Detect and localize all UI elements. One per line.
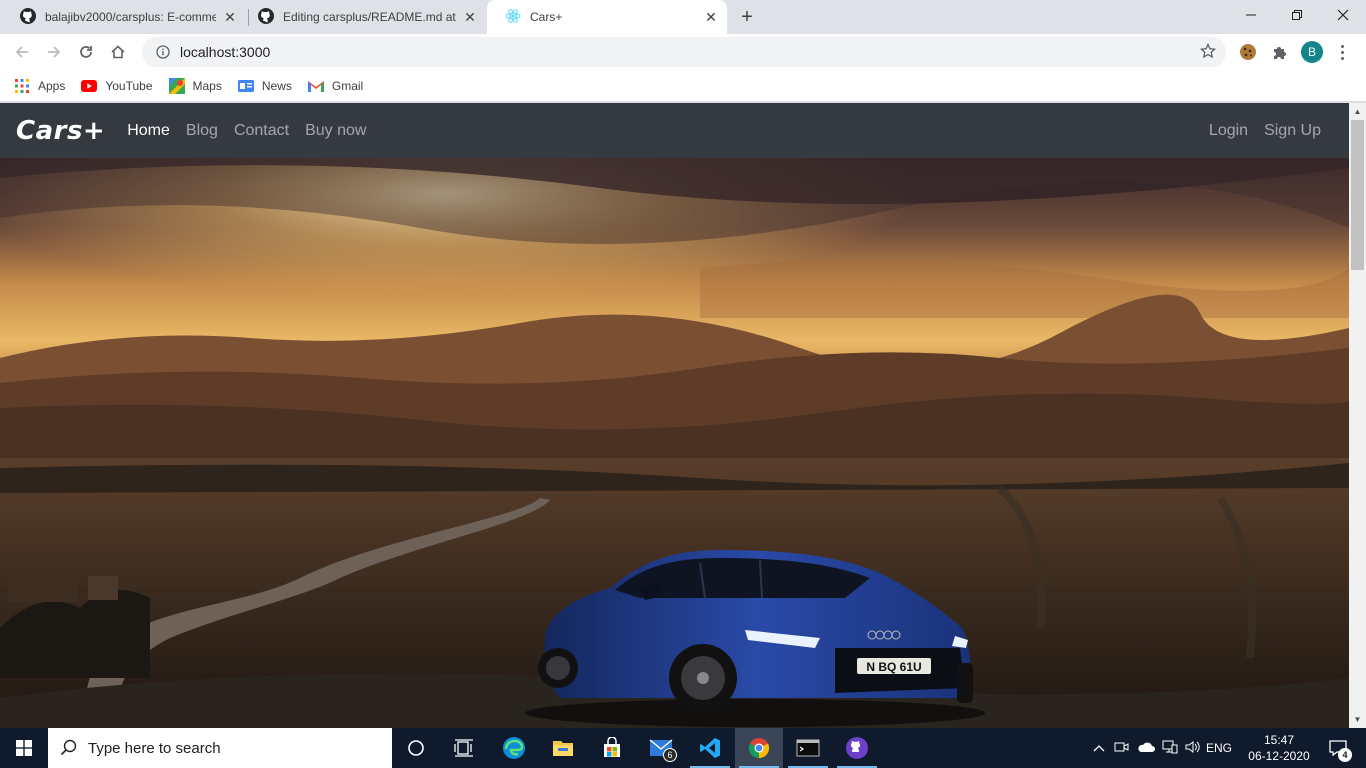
tab-readme-editor[interactable]: Editing carsplus/README.md at m ✕ bbox=[240, 0, 486, 34]
profile-avatar[interactable]: B bbox=[1301, 41, 1323, 63]
nav-contact-link[interactable]: Contact bbox=[234, 122, 289, 140]
nav-blog-link[interactable]: Blog bbox=[186, 122, 218, 140]
bookmark-label: Gmail bbox=[331, 78, 364, 93]
store-icon[interactable] bbox=[588, 728, 636, 768]
clock-time: 15:47 bbox=[1263, 733, 1295, 747]
bookmark-label: YouTube bbox=[105, 78, 153, 93]
search-icon bbox=[60, 739, 77, 756]
site-navbar: Cars+ Home Blog Contact Buy now Login Si… bbox=[0, 103, 1349, 158]
url-text[interactable]: localhost:3000 bbox=[180, 44, 270, 60]
hero-image: N BQ 61U bbox=[0, 158, 1349, 728]
scroll-down-icon[interactable]: ▼ bbox=[1349, 711, 1366, 728]
bookmark-apps[interactable]: Apps bbox=[14, 78, 65, 94]
tab-title: balajibv2000/carsplus: E-commerce bbox=[45, 10, 216, 24]
clock-date: 06-12-2020 bbox=[1248, 749, 1310, 763]
auth-links: Login Sign Up bbox=[1201, 122, 1329, 140]
task-view-icon[interactable] bbox=[440, 728, 488, 768]
tab-carsplus-repo[interactable]: balajibv2000/carsplus: E-commerce ✕ bbox=[2, 0, 246, 34]
tab-title: Cars+ bbox=[530, 10, 563, 24]
windows-logo-icon bbox=[16, 740, 32, 756]
apps-grid-icon bbox=[14, 78, 30, 94]
info-icon[interactable] bbox=[148, 45, 178, 59]
bookmark-star-icon[interactable] bbox=[1199, 42, 1217, 64]
brand-logo[interactable]: Cars+ bbox=[16, 116, 105, 146]
scroll-up-icon[interactable]: ▲ bbox=[1349, 103, 1366, 120]
restore-button[interactable] bbox=[1274, 0, 1320, 30]
bookmark-youtube[interactable]: YouTube bbox=[81, 78, 153, 94]
volume-icon[interactable] bbox=[1182, 740, 1204, 757]
meet-now-icon[interactable] bbox=[1108, 740, 1134, 757]
taskbar-search[interactable]: Type here to search bbox=[48, 728, 392, 768]
github-desktop-icon[interactable] bbox=[833, 728, 881, 768]
scrollbar-thumb[interactable] bbox=[1351, 120, 1364, 270]
sign-up-link[interactable]: Sign Up bbox=[1264, 122, 1321, 140]
system-tray: ENG bbox=[1090, 728, 1234, 768]
home-icon bbox=[111, 45, 125, 59]
bookmark-label: Apps bbox=[38, 78, 66, 93]
arrow-right-icon bbox=[48, 46, 61, 58]
reload-button[interactable] bbox=[72, 38, 100, 66]
home-button[interactable] bbox=[104, 38, 132, 66]
tab-cars-plus[interactable]: Cars+ ✕ bbox=[487, 0, 727, 34]
gmail-icon bbox=[307, 78, 324, 94]
network-icon[interactable] bbox=[1158, 740, 1182, 757]
onedrive-icon[interactable] bbox=[1134, 741, 1158, 756]
tab-title: Editing carsplus/README.md at m bbox=[283, 10, 456, 24]
github-icon bbox=[20, 7, 36, 27]
chrome-menu-icon[interactable] bbox=[1334, 41, 1350, 63]
mail-icon[interactable]: 6 bbox=[637, 728, 685, 768]
reload-icon bbox=[80, 46, 92, 58]
clock[interactable]: 15:47 06-12-2020 bbox=[1244, 732, 1314, 764]
youtube-icon bbox=[81, 78, 98, 94]
edge-icon[interactable] bbox=[490, 728, 538, 768]
windows-taskbar: Type here to search 6 ENG 15:47 06-12-20… bbox=[0, 728, 1366, 768]
license-plate: N BQ 61U bbox=[866, 660, 921, 674]
mail-badge: 6 bbox=[663, 748, 677, 762]
forward-button[interactable] bbox=[40, 38, 68, 66]
news-icon bbox=[237, 78, 254, 94]
maps-icon bbox=[168, 77, 185, 94]
cookie-extension-icon[interactable] bbox=[1236, 40, 1260, 64]
notification-count: 4 bbox=[1338, 748, 1352, 762]
action-center-button[interactable]: 4 bbox=[1318, 728, 1358, 768]
cortana-icon[interactable] bbox=[392, 728, 440, 768]
close-window-button[interactable] bbox=[1320, 0, 1366, 30]
back-button[interactable] bbox=[8, 38, 36, 66]
bookmark-news[interactable]: News bbox=[237, 78, 292, 94]
terminal-icon[interactable] bbox=[784, 728, 832, 768]
minimize-button[interactable] bbox=[1228, 0, 1274, 30]
bookmark-label: Maps bbox=[192, 78, 222, 93]
new-tab-button[interactable]: + bbox=[737, 7, 757, 27]
bookmark-gmail[interactable]: Gmail bbox=[307, 78, 364, 94]
puzzle-extensions-icon[interactable] bbox=[1268, 40, 1292, 64]
close-icon[interactable]: ✕ bbox=[462, 9, 478, 25]
address-bar[interactable]: localhost:3000 bbox=[142, 37, 1226, 67]
chrome-icon[interactable] bbox=[735, 728, 783, 768]
login-link[interactable]: Login bbox=[1209, 122, 1248, 140]
close-icon[interactable]: ✕ bbox=[222, 9, 238, 25]
page-scrollbar[interactable]: ▲ ▼ bbox=[1349, 103, 1366, 728]
bookmark-maps[interactable]: Maps bbox=[168, 77, 222, 94]
react-icon bbox=[505, 8, 521, 27]
bookmarks-bar: Apps YouTube Maps News Gmail bbox=[0, 70, 1366, 102]
browser-toolbar: localhost:3000 B bbox=[0, 34, 1366, 70]
nav-buy-now-link[interactable]: Buy now bbox=[305, 122, 366, 140]
chevron-up-icon[interactable] bbox=[1090, 741, 1108, 755]
search-placeholder: Type here to search bbox=[88, 739, 221, 757]
bookmark-label: News bbox=[261, 78, 292, 93]
language-indicator[interactable]: ENG bbox=[1204, 741, 1234, 755]
nav-home-link[interactable]: Home bbox=[127, 122, 170, 140]
github-icon bbox=[258, 7, 274, 27]
start-button[interactable] bbox=[0, 728, 48, 768]
page-viewport: Cars+ Home Blog Contact Buy now Login Si… bbox=[0, 103, 1349, 728]
browser-tab-strip: balajibv2000/carsplus: E-commerce ✕ Edit… bbox=[0, 0, 1366, 34]
close-icon[interactable]: ✕ bbox=[703, 9, 719, 25]
file-explorer-icon[interactable] bbox=[539, 728, 587, 768]
arrow-left-icon bbox=[15, 46, 28, 58]
vscode-icon[interactable] bbox=[686, 728, 734, 768]
